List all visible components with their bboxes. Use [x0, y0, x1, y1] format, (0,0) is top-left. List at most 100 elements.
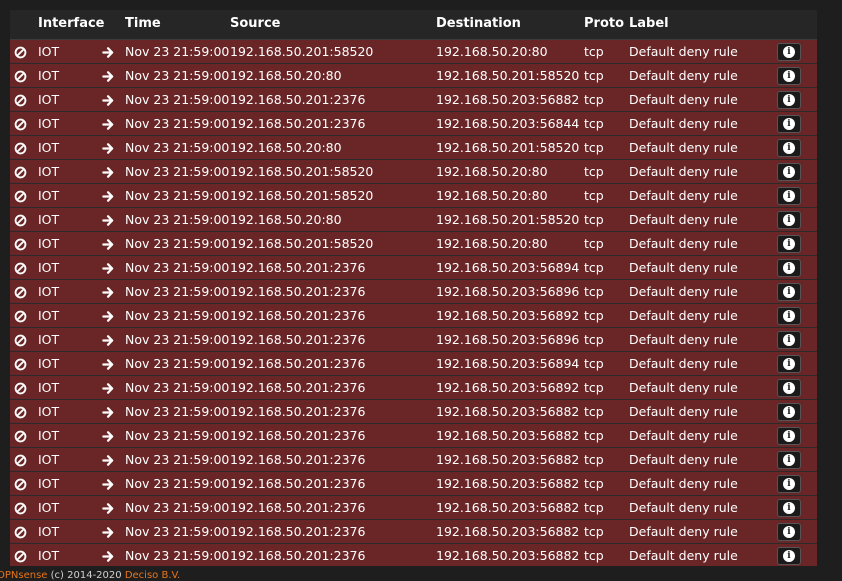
col-source-header[interactable]: Source [230, 16, 280, 31]
cell-label: Default deny rule [629, 236, 738, 251]
cell-source: 192.168.50.20:80 [230, 68, 342, 83]
info-icon: i [783, 454, 795, 466]
block-icon [14, 44, 27, 63]
info-icon: i [783, 214, 795, 226]
cell-destination: 192.168.50.203:56896 [436, 284, 580, 299]
table-row[interactable]: IOT Nov 23 21:59:00 192.168.50.201:2376 192… [10, 520, 817, 544]
cell-proto: tcp [584, 524, 604, 539]
row-info-button[interactable]: i [777, 235, 801, 253]
info-icon: i [783, 142, 795, 154]
cell-destination: 192.168.50.203:56892 [436, 380, 580, 395]
row-info-button[interactable]: i [777, 499, 801, 517]
row-info-button[interactable]: i [777, 331, 801, 349]
cell-source: 192.168.50.20:80 [230, 140, 342, 155]
cell-destination: 192.168.50.203:56894 [436, 260, 580, 275]
row-info-button[interactable]: i [777, 451, 801, 469]
block-icon [14, 140, 27, 159]
table-row[interactable]: IOT Nov 23 21:59:00 192.168.50.201:2376 192… [10, 88, 817, 112]
table-row[interactable]: IOT Nov 23 21:59:00 192.168.50.20:80 192.16… [10, 64, 817, 88]
table-row[interactable]: IOT Nov 23 21:59:00 192.168.50.201:58520 19… [10, 184, 817, 208]
table-row[interactable]: IOT Nov 23 21:59:00 192.168.50.201:2376 192… [10, 112, 817, 136]
arrow-right-icon [102, 116, 115, 135]
row-info-button[interactable]: i [777, 187, 801, 205]
cell-interface: IOT [38, 500, 60, 515]
cell-destination: 192.168.50.203:56882 [436, 500, 580, 515]
cell-source: 192.168.50.201:58520 [230, 44, 374, 59]
cell-proto: tcp [584, 332, 604, 347]
table-row[interactable]: IOT Nov 23 21:59:00 192.168.50.201:2376 192… [10, 544, 817, 566]
cell-destination: 192.168.50.203:56882 [436, 92, 580, 107]
footer-brand[interactable]: OPNsense [0, 570, 47, 581]
cell-proto: tcp [584, 92, 604, 107]
table-row[interactable]: IOT Nov 23 21:59:00 192.168.50.201:2376 192… [10, 256, 817, 280]
cell-proto: tcp [584, 44, 604, 59]
table-row[interactable]: IOT Nov 23 21:59:00 192.168.50.201:58520 19… [10, 160, 817, 184]
block-icon [14, 212, 27, 231]
row-info-button[interactable]: i [777, 211, 801, 229]
cell-interface: IOT [38, 140, 60, 155]
row-info-button[interactable]: i [777, 403, 801, 421]
row-info-button[interactable]: i [777, 139, 801, 157]
cell-label: Default deny rule [629, 188, 738, 203]
col-proto-header[interactable]: Proto [584, 16, 624, 31]
cell-proto: tcp [584, 284, 604, 299]
cell-proto: tcp [584, 476, 604, 491]
table-row[interactable]: IOT Nov 23 21:59:00 192.168.50.201:58520 19… [10, 232, 817, 256]
row-info-button[interactable]: i [777, 283, 801, 301]
col-label-header[interactable]: Label [629, 16, 669, 31]
cell-source: 192.168.50.201:2376 [230, 308, 366, 323]
info-icon: i [783, 70, 795, 82]
row-info-button[interactable]: i [777, 355, 801, 373]
info-icon: i [783, 382, 795, 394]
table-row[interactable]: IOT Nov 23 21:59:00 192.168.50.201:58520 19… [10, 40, 817, 64]
table-row[interactable]: IOT Nov 23 21:59:00 192.168.50.201:2376 192… [10, 328, 817, 352]
row-info-button[interactable]: i [777, 379, 801, 397]
table-row[interactable]: IOT Nov 23 21:59:00 192.168.50.20:80 192.16… [10, 136, 817, 160]
cell-time: Nov 23 21:59:00 [125, 68, 230, 83]
row-info-button[interactable]: i [777, 523, 801, 541]
block-icon [14, 548, 27, 566]
footer: OPNsense (c) 2014-2020 Deciso B.V. [0, 570, 842, 581]
block-icon [14, 452, 27, 471]
col-interface-header[interactable]: Interface [38, 16, 105, 31]
table-row[interactable]: IOT Nov 23 21:59:00 192.168.50.201:2376 192… [10, 448, 817, 472]
cell-time: Nov 23 21:59:00 [125, 116, 230, 131]
arrow-right-icon [102, 332, 115, 351]
row-info-button[interactable]: i [777, 91, 801, 109]
row-info-button[interactable]: i [777, 307, 801, 325]
cell-source: 192.168.50.201:2376 [230, 260, 366, 275]
cell-time: Nov 23 21:59:00 [125, 548, 230, 563]
row-info-button[interactable]: i [777, 547, 801, 565]
row-info-button[interactable]: i [777, 259, 801, 277]
row-info-button[interactable]: i [777, 43, 801, 61]
col-time-header[interactable]: Time [125, 16, 161, 31]
cell-time: Nov 23 21:59:00 [125, 44, 230, 59]
table-row[interactable]: IOT Nov 23 21:59:00 192.168.50.201:2376 192… [10, 352, 817, 376]
row-info-button[interactable]: i [777, 475, 801, 493]
table-row[interactable]: IOT Nov 23 21:59:00 192.168.50.201:2376 192… [10, 304, 817, 328]
table-row[interactable]: IOT Nov 23 21:59:00 192.168.50.201:2376 192… [10, 376, 817, 400]
table-row[interactable]: IOT Nov 23 21:59:00 192.168.50.201:2376 192… [10, 472, 817, 496]
table-row[interactable]: IOT Nov 23 21:59:00 192.168.50.201:2376 192… [10, 424, 817, 448]
arrow-right-icon [102, 428, 115, 447]
table-row[interactable]: IOT Nov 23 21:59:00 192.168.50.201:2376 192… [10, 400, 817, 424]
cell-source: 192.168.50.201:58520 [230, 188, 374, 203]
row-info-button[interactable]: i [777, 163, 801, 181]
block-icon [14, 164, 27, 183]
table-row[interactable]: IOT Nov 23 21:59:00 192.168.50.201:2376 192… [10, 280, 817, 304]
cell-interface: IOT [38, 308, 60, 323]
row-info-button[interactable]: i [777, 427, 801, 445]
cell-proto: tcp [584, 212, 604, 227]
cell-destination: 192.168.50.203:56882 [436, 548, 580, 563]
cell-source: 192.168.50.20:80 [230, 212, 342, 227]
arrow-right-icon [102, 44, 115, 63]
row-info-button[interactable]: i [777, 115, 801, 133]
cell-time: Nov 23 21:59:00 [125, 140, 230, 155]
table-row[interactable]: IOT Nov 23 21:59:00 192.168.50.20:80 192.16… [10, 208, 817, 232]
col-destination-header[interactable]: Destination [436, 16, 521, 31]
cell-source: 192.168.50.201:2376 [230, 476, 366, 491]
footer-company-link[interactable]: Deciso B.V. [125, 570, 180, 581]
cell-source: 192.168.50.201:2376 [230, 548, 366, 563]
table-row[interactable]: IOT Nov 23 21:59:00 192.168.50.201:2376 192… [10, 496, 817, 520]
row-info-button[interactable]: i [777, 67, 801, 85]
